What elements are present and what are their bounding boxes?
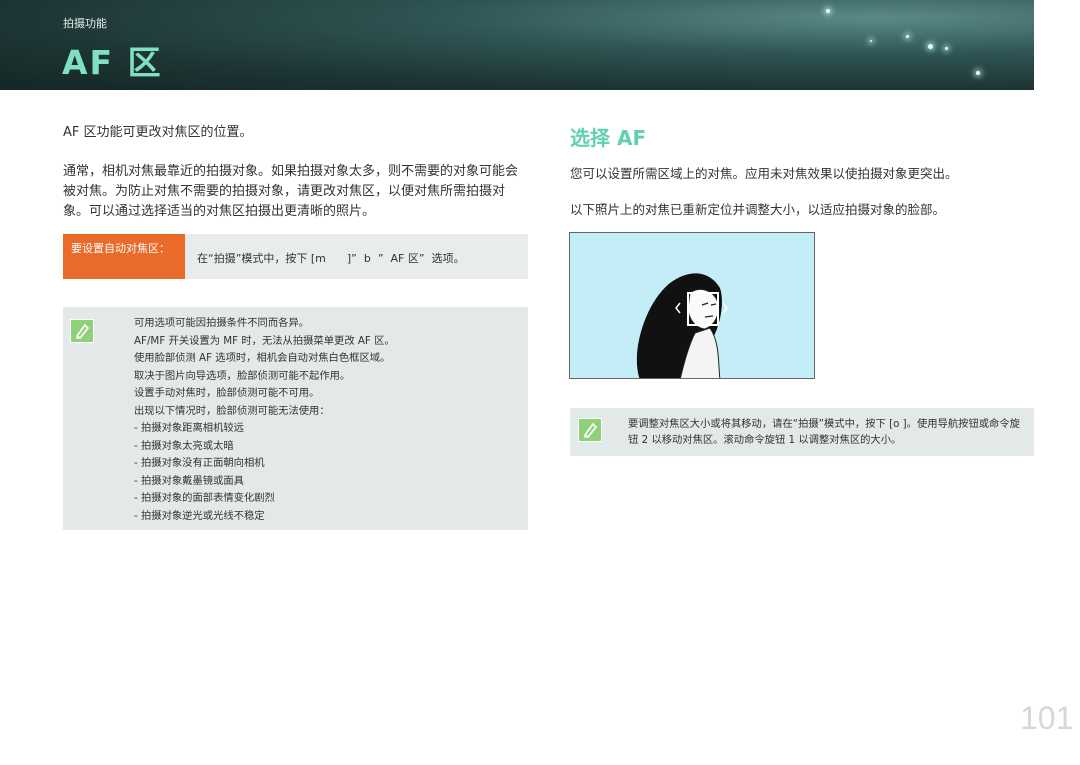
sparkle-decoration xyxy=(945,47,948,50)
note-line: - 拍摄对象没有正面朝向相机 xyxy=(134,457,265,469)
pencil-note-icon xyxy=(578,418,602,442)
sparkle-decoration xyxy=(870,40,872,42)
note-line: - 拍摄对象逆光或光线不稳定 xyxy=(134,509,265,522)
note-line: - 拍摄对象的面部表情变化剧烈 xyxy=(134,492,275,504)
note-box: 要调整对焦区大小或将其移动，请在“拍摄”模式中，按下 [o ]。使用导航按钮或命… xyxy=(570,408,1034,456)
page-number: 101 xyxy=(1020,700,1074,736)
sparkle-decoration xyxy=(976,71,980,75)
instruction-table: 要设置自动对焦区： 在“拍摄”模式中，按下 [m ]” b ” AF 区” 选项… xyxy=(63,234,528,279)
note-text: 要调整对焦区大小或将其移动，请在“拍摄”模式中，按下 [o ]。使用导航按钮或命… xyxy=(628,418,1020,446)
note-line: - 拍摄对象戴墨镜或面具 xyxy=(134,474,244,487)
note-line: - 拍摄对象距离相机较远 xyxy=(134,422,244,434)
note-list: 可用选项可能因拍摄条件不同而各异。 AF/MF 开关设置为 MF 时，无法从拍摄… xyxy=(134,315,395,525)
description-text: 通常，相机对焦最靠近的拍摄对象。如果拍摄对象太多，则不需要的对象可能会被对焦。为… xyxy=(63,164,519,219)
example-photo xyxy=(569,232,815,379)
note-line: 可用选项可能因拍摄条件不同而各异。 xyxy=(134,317,310,329)
note-line: 出现以下情况时，脸部侦测可能无法使用： xyxy=(134,404,330,417)
section-paragraph: 以下照片上的对焦已重新定位并调整大小，以适应拍摄对象的脸部。 xyxy=(570,202,946,217)
header-banner: 拍摄功能 AF 区 xyxy=(0,0,1034,90)
instruction-header: 要设置自动对焦区： xyxy=(63,234,185,279)
section-label: 拍摄功能 xyxy=(63,17,107,30)
sparkle-decoration xyxy=(928,44,933,49)
instruction-cell: 在“拍摄”模式中，按下 [m ]” b ” AF 区” 选项。 xyxy=(197,252,465,265)
sparkle-decoration xyxy=(906,35,909,38)
sparkle-decoration xyxy=(826,9,830,13)
face-photo-illustration xyxy=(570,233,814,378)
note-box: 可用选项可能因拍摄条件不同而各异。 AF/MF 开关设置为 MF 时，无法从拍摄… xyxy=(63,307,528,530)
note-line: - 拍摄对象太亮或太暗 xyxy=(134,439,234,452)
note-line: 取决于图片向导选项，脸部侦测可能不起作用。 xyxy=(134,369,351,382)
note-line: 使用脸部侦测 AF 选项时，相机会自动对焦白色框区域。 xyxy=(134,352,391,364)
intro-text: AF 区功能可更改对焦区的位置。 xyxy=(63,125,253,140)
note-line: 设置手动对焦时，脸部侦测可能不可用。 xyxy=(134,387,320,399)
page-title: AF 区 xyxy=(62,43,163,82)
section-paragraph: 您可以设置所需区域上的对焦。应用未对焦效果以使拍摄对象更突出。 xyxy=(570,166,958,181)
section-heading: 选择 AF xyxy=(570,126,647,150)
note-line: AF/MF 开关设置为 MF 时，无法从拍摄菜单更改 AF 区。 xyxy=(134,334,395,347)
pencil-note-icon xyxy=(70,319,94,343)
